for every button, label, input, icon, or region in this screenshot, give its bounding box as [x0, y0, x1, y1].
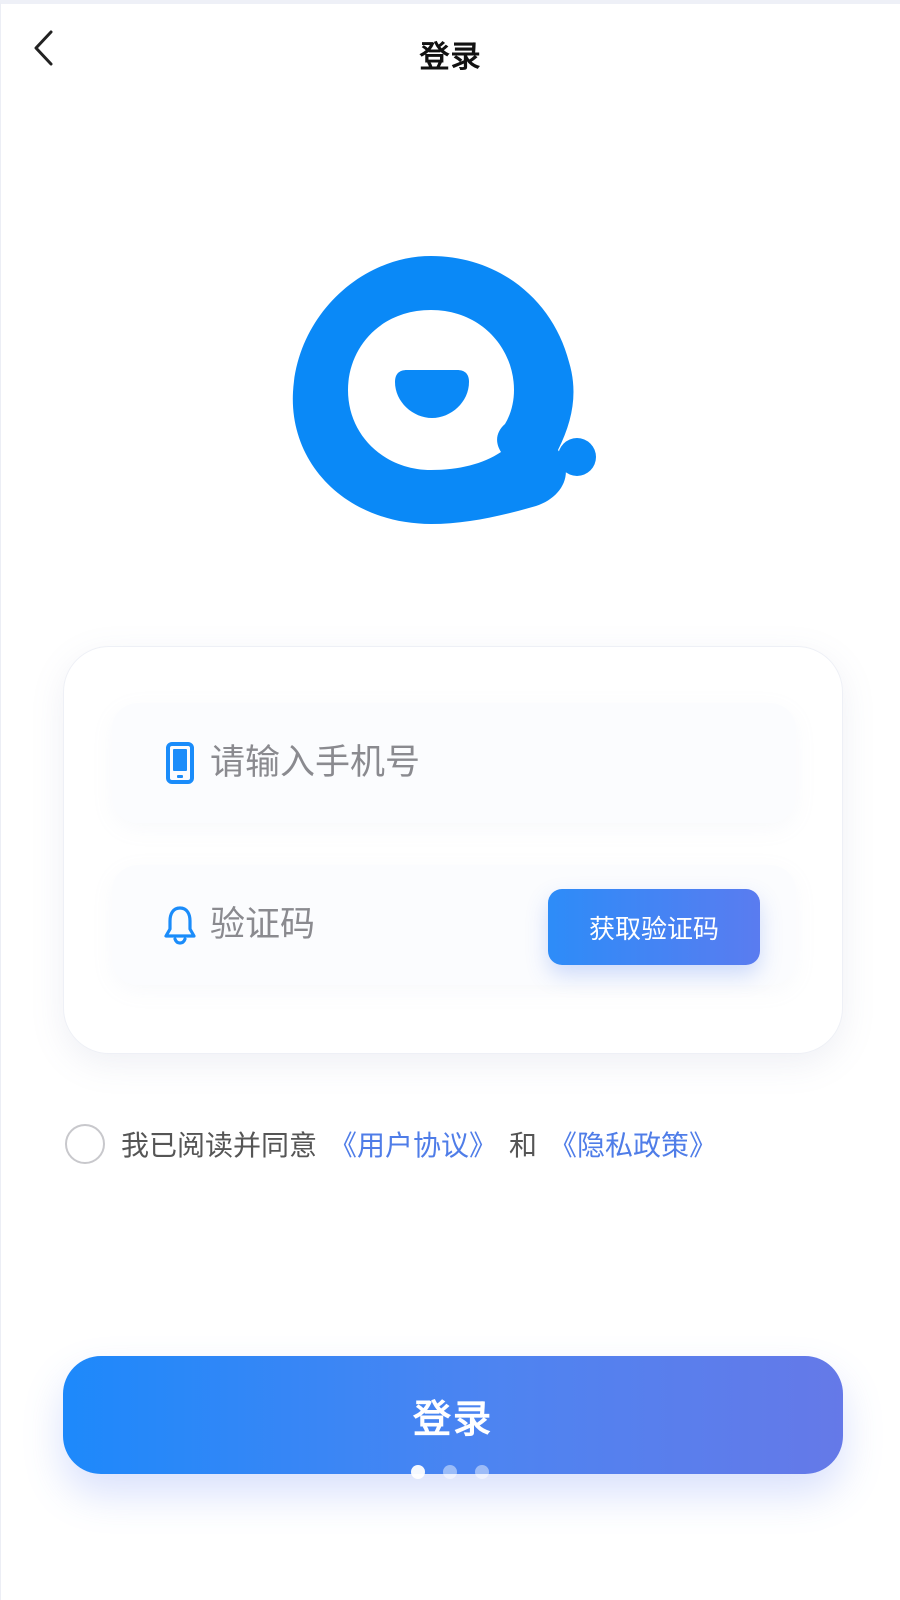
app-logo [291, 252, 611, 542]
privacy-policy-link[interactable]: 《隐私政策》 [549, 1124, 717, 1164]
phone-field[interactable] [112, 703, 796, 823]
get-code-button[interactable]: 获取验证码 [548, 889, 760, 965]
agreement-row: 我已阅读并同意 《用户协议》 和 《隐私政策》 [65, 1122, 717, 1166]
top-navigation-bar: 登录 [1, 4, 900, 100]
login-page: 登录 请输入手机号 验证码 获取验证码 我已阅读并同意 《用户协议》 和 《隐私… [0, 0, 900, 1600]
page-indicator [411, 1464, 491, 1480]
agreement-conjunction: 和 [509, 1129, 538, 1162]
login-form-card: 获取验证码 [63, 646, 843, 1054]
user-agreement-link[interactable]: 《用户协议》 [329, 1124, 497, 1164]
login-button[interactable]: 登录 [63, 1356, 843, 1474]
verification-code-field[interactable]: 获取验证码 [112, 865, 796, 985]
agreement-checkbox[interactable] [65, 1124, 105, 1164]
mobile-phone-icon [160, 741, 200, 785]
page-dot-active [411, 1465, 425, 1479]
page-dot [443, 1465, 457, 1479]
page-dot [475, 1465, 489, 1479]
bell-icon [160, 903, 200, 947]
page-title: 登录 [419, 40, 482, 75]
verification-code-input[interactable] [210, 905, 540, 945]
phone-input[interactable] [210, 743, 540, 783]
agreement-text: 我已阅读并同意 [121, 1129, 318, 1162]
chat-bubble-logo-icon [292, 256, 596, 524]
